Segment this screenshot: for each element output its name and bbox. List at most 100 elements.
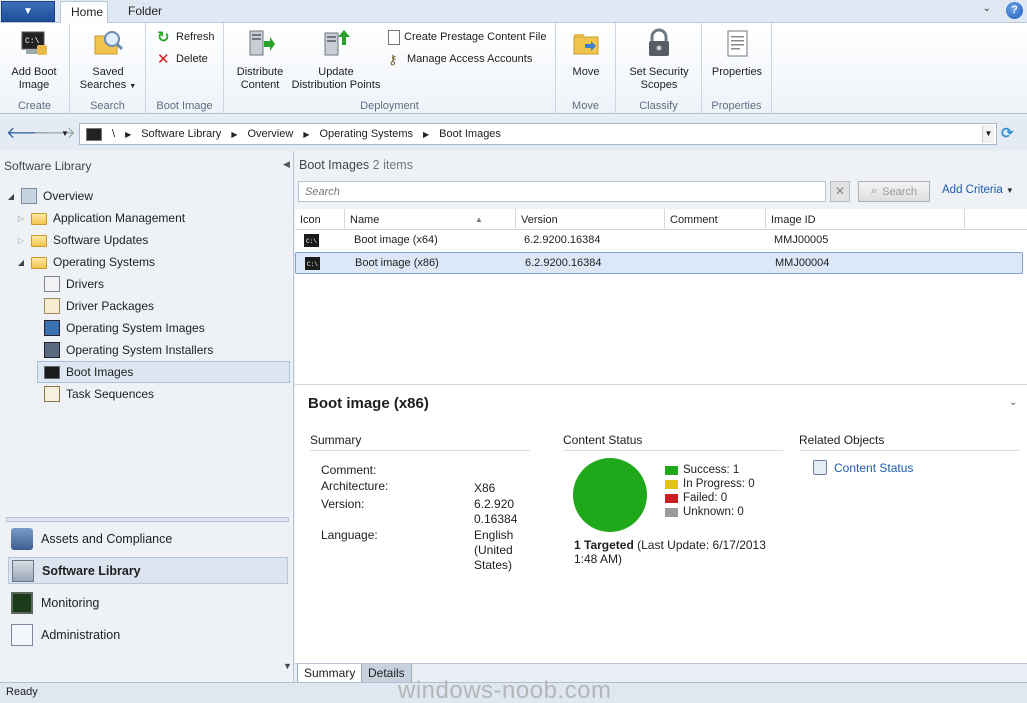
group-deployment: Distribute Content Update Distribution P… — [224, 23, 556, 114]
saved-searches-button[interactable]: Saved Searches ▼ — [78, 27, 138, 93]
update-distribution-points-button[interactable]: Update Distribution Points — [290, 27, 382, 92]
pane-splitter[interactable] — [6, 517, 289, 522]
tree-item-operating-systems[interactable]: ◢ Operating Systems — [16, 252, 155, 272]
column-header-label: Name — [350, 214, 380, 226]
column-header-name[interactable]: Name ▲ — [345, 209, 516, 230]
cell-name: Boot image (x86) — [355, 257, 439, 269]
navigation-pane: Software Library ◀ ◢ Overview ▷ Applicat… — [0, 151, 294, 682]
workspace-administration[interactable]: Administration — [8, 621, 288, 648]
tree-item-os-images[interactable]: Operating System Images — [44, 318, 205, 338]
content-status-link[interactable]: Content Status — [813, 460, 913, 475]
properties-button[interactable]: Properties — [708, 27, 766, 79]
task-sequence-icon — [44, 386, 60, 402]
breadcrumb-root[interactable]: \ — [112, 128, 115, 140]
tree-label: Operating System Installers — [66, 343, 214, 357]
table-row[interactable]: C:\ Boot image (x64) 6.2.9200.16384 MMJ0… — [295, 230, 1023, 252]
breadcrumb-operating-systems[interactable]: Operating Systems — [319, 128, 413, 140]
column-header-icon[interactable]: Icon — [295, 209, 345, 230]
breadcrumb-overview[interactable]: Overview — [247, 128, 293, 140]
cell-image-id: MMJ00004 — [775, 257, 830, 269]
legend-label: Success: 1 — [683, 464, 740, 476]
add-criteria-label: Add Criteria — [942, 184, 1003, 196]
legend-swatch — [665, 465, 678, 475]
grid-header: Icon Name ▲ Version Comment Image ID — [295, 209, 1027, 230]
set-security-scopes-label: Set Security Scopes — [629, 66, 689, 91]
tab-folder[interactable]: Folder — [118, 1, 172, 24]
table-row-selected[interactable]: C:\ Boot image (x86) 6.2.9200.16384 MMJ0… — [295, 252, 1023, 274]
help-icon[interactable]: ? — [1006, 2, 1023, 19]
breadcrumb[interactable]: \ ▶ Software Library ▶ Overview ▶ Operat… — [79, 123, 997, 145]
workspace-monitoring[interactable]: Monitoring — [8, 589, 288, 616]
group-label-create: Create — [17, 100, 52, 112]
column-header-version[interactable]: Version — [516, 209, 665, 230]
distribute-content-button[interactable]: Distribute Content — [232, 27, 288, 92]
padlock-icon — [649, 28, 669, 56]
back-arrow-icon[interactable]: 🡐 — [6, 124, 49, 144]
version-label: Version: — [321, 497, 365, 511]
group-label-move: Move — [572, 100, 599, 112]
tree-item-software-updates[interactable]: ▷ Software Updates — [16, 230, 148, 250]
overview-icon — [21, 188, 37, 204]
clear-search-icon[interactable]: ✕ — [830, 181, 850, 202]
tree-item-task-sequences[interactable]: Task Sequences — [44, 384, 154, 404]
tree-item-boot-images[interactable]: Boot Images — [37, 361, 290, 383]
group-label-properties: Properties — [711, 100, 762, 112]
update-distribution-points-icon — [324, 30, 350, 56]
minimize-ribbon-icon[interactable]: ⌄ — [983, 3, 991, 14]
refresh-label: Refresh — [176, 31, 215, 43]
tab-home[interactable]: Home — [60, 1, 108, 24]
create-prestage-label: Create Prestage Content File — [404, 31, 547, 43]
group-properties: Properties Properties — [702, 23, 772, 114]
add-boot-image-button[interactable]: C:\ Add Boot Image — [6, 27, 62, 92]
tab-summary[interactable]: Summary — [297, 664, 363, 683]
ribbon: C:\ Add Boot Image Create Saved Searches… — [0, 23, 1027, 114]
tree-item-application-management[interactable]: ▷ Application Management — [16, 208, 185, 228]
configure-buttons-icon[interactable]: ▼ — [283, 661, 292, 671]
legend-label: In Progress: 0 — [683, 478, 755, 490]
comment-label: Comment: — [321, 463, 377, 477]
move-button[interactable]: Move — [562, 27, 610, 79]
legend-swatch — [665, 479, 678, 489]
watermark: windows-noob.com — [398, 677, 612, 703]
sort-ascending-icon: ▲ — [475, 215, 483, 224]
breadcrumb-separator-icon: ▶ — [231, 129, 238, 139]
legend-swatch — [665, 507, 678, 517]
workspace-assets-and-compliance[interactable]: Assets and Compliance — [8, 525, 288, 552]
column-header-image-id[interactable]: Image ID — [766, 209, 965, 230]
refresh-icon: ↻ — [157, 29, 170, 46]
workspace-label: Software Library — [42, 563, 141, 578]
address-dropdown-icon[interactable]: ▼ — [982, 125, 994, 143]
forward-arrow-icon[interactable]: 🡒 — [33, 124, 76, 144]
add-criteria-button[interactable]: Add Criteria ▼ — [942, 184, 1014, 196]
driver-icon — [44, 276, 60, 292]
group-create: C:\ Add Boot Image Create — [0, 23, 70, 114]
folder-icon — [31, 235, 47, 247]
group-move: Move Move — [556, 23, 616, 114]
legend-failed: Failed: 0 — [665, 492, 727, 504]
history-dropdown-icon[interactable]: ▼ — [58, 124, 72, 144]
collapse-details-icon[interactable]: ⌄ — [1009, 397, 1017, 408]
move-folder-icon — [573, 34, 599, 55]
app-menu-button[interactable]: ▼ — [1, 1, 55, 22]
collapse-pane-icon[interactable]: ◀ — [283, 159, 290, 170]
tree-item-overview[interactable]: ◢ Overview — [6, 186, 93, 206]
breadcrumb-software-library[interactable]: Software Library — [141, 128, 221, 140]
search-input[interactable] — [298, 181, 826, 202]
svg-text:C:\: C:\ — [306, 238, 317, 245]
tree-item-drivers[interactable]: Drivers — [44, 274, 104, 294]
delete-button[interactable]: ✕ Delete — [157, 51, 208, 68]
breadcrumb-separator-icon: ▶ — [125, 129, 132, 139]
breadcrumb-boot-images[interactable]: Boot Images — [439, 128, 501, 140]
column-header-comment[interactable]: Comment — [665, 209, 766, 230]
group-boot-image: ↻ Refresh ✕ Delete Boot Image — [146, 23, 224, 114]
tree-item-os-installers[interactable]: Operating System Installers — [44, 340, 213, 360]
search-button[interactable]: ⌕ Search — [858, 181, 930, 202]
set-security-scopes-button[interactable]: Set Security Scopes — [622, 27, 696, 92]
create-prestage-content-button[interactable]: Create Prestage Content File — [388, 29, 546, 46]
tree-label: Overview — [43, 189, 94, 203]
manage-access-accounts-button[interactable]: ⚷ Manage Access Accounts — [388, 51, 532, 68]
refresh-icon[interactable]: ⟳ — [1001, 126, 1017, 142]
workspace-software-library[interactable]: Software Library — [8, 557, 288, 584]
tree-item-driver-packages[interactable]: Driver Packages — [44, 296, 154, 316]
refresh-button[interactable]: ↻ Refresh — [157, 29, 215, 46]
